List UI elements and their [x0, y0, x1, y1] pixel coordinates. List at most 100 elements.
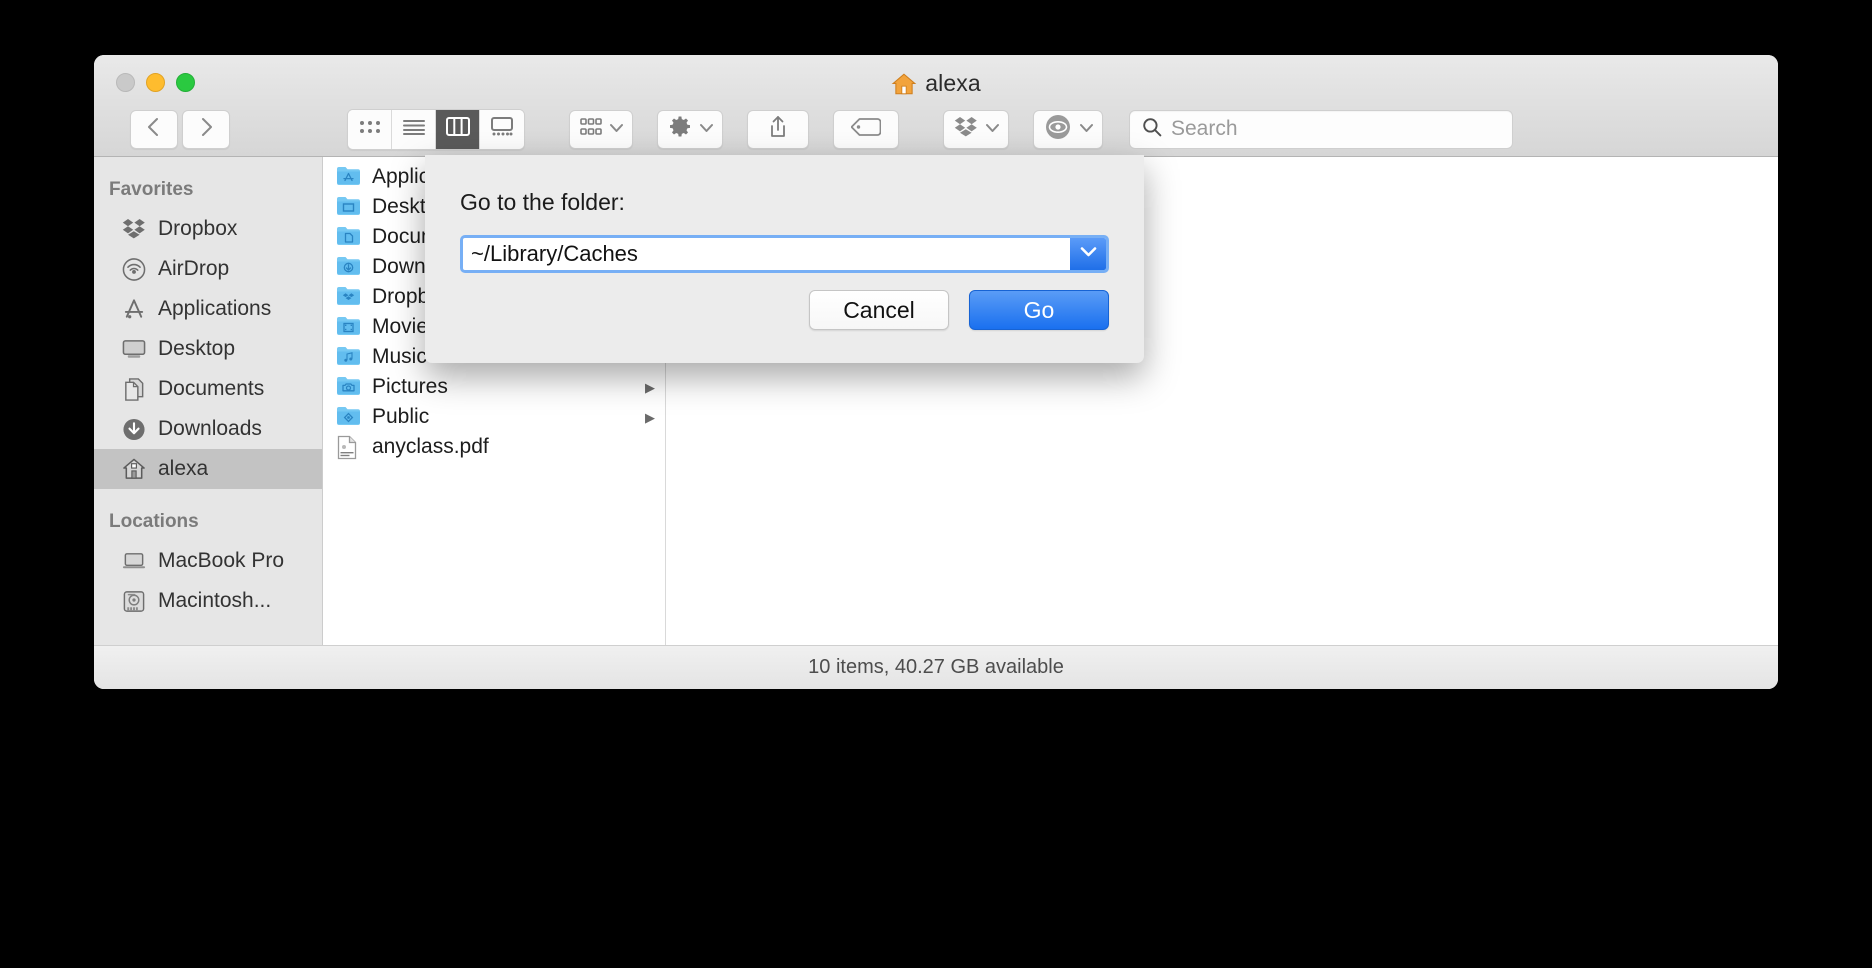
home-icon	[122, 457, 146, 481]
status-bar-text: 10 items, 40.27 GB available	[808, 656, 1064, 678]
sidebar-item-macbook-pro[interactable]: MacBook Pro	[94, 541, 322, 581]
folder-applications-icon	[336, 165, 361, 190]
search-field[interactable]: Search	[1129, 109, 1513, 149]
chevron-left-icon	[144, 116, 164, 143]
chevron-down-icon	[1079, 120, 1094, 138]
view-mode-list[interactable]	[392, 109, 436, 149]
sidebar-item-label: Downloads	[158, 417, 262, 440]
downloads-icon	[122, 417, 146, 441]
harddisk-icon	[122, 589, 146, 613]
go-button[interactable]: Go	[969, 290, 1109, 330]
grid-icon	[359, 119, 381, 140]
window-titlebar: alexa Search	[94, 55, 1778, 157]
sidebar: Favorites Dropbox AirDrop Applications D…	[94, 157, 323, 645]
folder-downloads-icon	[336, 255, 361, 280]
documents-icon	[122, 377, 146, 401]
window-title: alexa	[94, 70, 1778, 97]
dialog-button-row: Cancel Go	[809, 290, 1109, 330]
list-item[interactable]: Public ▶	[323, 402, 665, 432]
preview-button[interactable]	[1033, 109, 1103, 149]
folder-path-input[interactable]	[463, 238, 1070, 270]
window-title-text: alexa	[925, 70, 981, 96]
list-item-label: Pictures	[372, 375, 448, 398]
sidebar-item-macintosh-hd[interactable]: Macintosh...	[94, 581, 322, 621]
folder-pictures-icon	[336, 375, 361, 400]
folder-music-icon	[336, 345, 361, 370]
sidebar-section-locations-title: Locations	[109, 511, 199, 532]
finder-toolbar: Search	[94, 103, 1778, 155]
sidebar-item-label: AirDrop	[158, 257, 230, 280]
sidebar-item-dropbox[interactable]: Dropbox	[94, 209, 322, 249]
sidebar-item-desktop[interactable]: Desktop	[94, 329, 322, 369]
list-item[interactable]: Pictures ▶	[323, 372, 665, 402]
folder-dropbox-icon	[336, 285, 361, 310]
folder-path-combobox[interactable]	[460, 235, 1109, 273]
path-dropdown-button[interactable]	[1070, 238, 1106, 270]
sidebar-item-label: MacBook Pro	[158, 549, 285, 572]
sidebar-item-label: Dropbox	[158, 217, 238, 240]
search-icon	[1142, 117, 1162, 142]
maximize-button[interactable]	[176, 73, 195, 92]
chevron-down-icon	[1079, 245, 1098, 263]
tag-icon	[850, 117, 882, 142]
chevron-right-icon: ▶	[645, 409, 655, 425]
forward-button[interactable]	[182, 109, 230, 149]
dropbox-button[interactable]	[943, 109, 1009, 149]
folder-documents-icon	[336, 225, 361, 250]
laptop-icon	[122, 549, 146, 573]
folder-public-icon	[336, 405, 361, 430]
chevron-down-icon	[699, 120, 714, 138]
finder-window: alexa Search Favorites Dropbox AirDrop A…	[94, 55, 1778, 689]
view-mode-column[interactable]	[436, 109, 480, 149]
share-icon	[768, 115, 788, 144]
list-item[interactable]: anyclass.pdf	[323, 432, 665, 462]
airdrop-icon	[122, 257, 146, 281]
cancel-button[interactable]: Cancel	[809, 290, 949, 330]
chevron-down-icon	[985, 120, 1000, 138]
minimize-button[interactable]	[146, 73, 165, 92]
navigation-buttons	[130, 109, 230, 149]
sidebar-item-label: alexa	[158, 457, 209, 480]
search-placeholder: Search	[1171, 117, 1238, 140]
sidebar-item-downloads[interactable]: Downloads	[94, 409, 322, 449]
grid-small-icon	[580, 117, 602, 141]
sidebar-item-label: Desktop	[158, 337, 236, 360]
view-mode-segmented-control	[347, 108, 525, 150]
view-mode-icon[interactable]	[348, 109, 392, 149]
sidebar-item-documents[interactable]: Documents	[94, 369, 322, 409]
view-mode-gallery[interactable]	[480, 109, 524, 149]
sidebar-item-label: Macintosh...	[158, 589, 272, 612]
applications-icon	[122, 297, 146, 321]
share-button[interactable]	[747, 109, 809, 149]
list-icon	[402, 119, 426, 140]
list-item-label: anyclass.pdf	[372, 435, 489, 458]
action-menu-button[interactable]	[657, 109, 723, 149]
gallery-icon	[490, 117, 514, 141]
edit-tags-button[interactable]	[833, 109, 899, 149]
close-button[interactable]	[116, 73, 135, 92]
pdf-file-icon	[336, 435, 361, 460]
sidebar-item-airdrop[interactable]: AirDrop	[94, 249, 322, 289]
gear-icon	[668, 115, 692, 144]
status-bar: 10 items, 40.27 GB available	[94, 645, 1778, 689]
traffic-light-group	[116, 73, 195, 92]
folder-movies-icon	[336, 315, 361, 340]
sidebar-item-alexa[interactable]: alexa	[94, 449, 322, 489]
back-button[interactable]	[130, 109, 178, 149]
home-icon	[891, 71, 917, 97]
go-to-folder-label: Go to the folder:	[460, 189, 625, 215]
desktop-backdrop: alexa Search Favorites Dropbox AirDrop A…	[0, 0, 1872, 968]
chevron-down-icon	[609, 120, 624, 138]
sidebar-section-favorites-title: Favorites	[109, 179, 194, 200]
go-to-folder-dialog: Go to the folder: Cancel Go	[425, 155, 1144, 363]
list-item-label: Public	[372, 405, 430, 428]
chevron-right-icon	[196, 116, 216, 143]
chevron-right-icon: ▶	[645, 379, 655, 395]
eye-icon	[1044, 113, 1072, 146]
sidebar-item-label: Applications	[158, 297, 272, 320]
group-by-button[interactable]	[569, 109, 633, 149]
sidebar-item-label: Documents	[158, 377, 265, 400]
sidebar-item-applications[interactable]: Applications	[94, 289, 322, 329]
folder-desktop-icon	[336, 195, 361, 220]
